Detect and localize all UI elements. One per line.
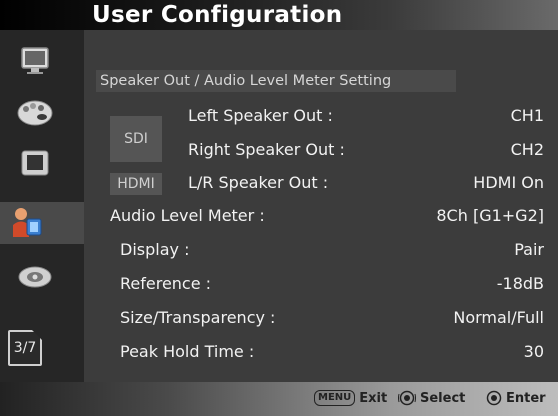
left-speaker-out-label: Left Speaker Out :: [188, 106, 333, 125]
reference-row[interactable]: Reference : -18dB: [120, 274, 544, 293]
size-transparency-label: Size/Transparency :: [120, 308, 276, 327]
lr-speaker-out-row[interactable]: L/R Speaker Out : HDMI On: [188, 173, 544, 192]
right-speaker-out-row[interactable]: Right Speaker Out : CH2: [188, 140, 544, 159]
bottom-bar: MENU Exit Select Enter: [0, 382, 558, 416]
rotary-knob-icon: [398, 390, 416, 406]
audio-level-meter-label: Audio Level Meter :: [110, 206, 265, 225]
lr-speaker-out-label: L/R Speaker Out :: [188, 173, 329, 192]
reference-value: -18dB: [496, 274, 544, 293]
palette-icon[interactable]: [10, 92, 60, 134]
select-hint[interactable]: Select: [398, 390, 465, 406]
sdi-tag: SDI: [110, 116, 162, 162]
hdmi-tag: HDMI: [110, 173, 162, 195]
select-label: Select: [420, 390, 466, 406]
sidebar: 3/7: [0, 30, 84, 382]
display-row[interactable]: Display : Pair: [120, 240, 544, 259]
enter-label: Enter: [506, 390, 546, 406]
audio-level-meter-value: 8Ch [G1+G2]: [436, 206, 544, 225]
size-transparency-value: Normal/Full: [453, 308, 544, 327]
left-speaker-out-row[interactable]: Left Speaker Out : CH1: [188, 106, 544, 125]
display-value: Pair: [514, 240, 544, 259]
peak-hold-time-row[interactable]: Peak Hold Time : 30: [120, 342, 544, 361]
user-config-icon[interactable]: [0, 202, 84, 244]
monitor-icon[interactable]: [10, 40, 60, 82]
knob-press-icon: [486, 390, 502, 406]
right-speaker-out-label: Right Speaker Out :: [188, 140, 345, 159]
page-title: User Configuration: [92, 2, 343, 28]
reference-label: Reference :: [120, 274, 212, 293]
eye-icon[interactable]: [10, 256, 60, 298]
audio-level-meter-row[interactable]: Audio Level Meter : 8Ch [G1+G2]: [110, 206, 544, 225]
enter-hint[interactable]: Enter: [486, 390, 546, 406]
exit-label: Exit: [359, 390, 388, 406]
page-indicator: 3/7: [8, 330, 42, 366]
title-bar: User Configuration: [0, 0, 558, 30]
peak-hold-time-label: Peak Hold Time :: [120, 342, 255, 361]
display-frame-icon[interactable]: [10, 142, 60, 184]
lr-speaker-out-value: HDMI On: [473, 173, 544, 192]
exit-hint[interactable]: MENU Exit: [314, 390, 387, 406]
size-transparency-row[interactable]: Size/Transparency : Normal/Full: [120, 308, 544, 327]
display-label: Display :: [120, 240, 190, 259]
peak-hold-time-value: 30: [523, 342, 544, 361]
left-speaker-out-value: CH1: [510, 106, 544, 125]
section-header: Speaker Out / Audio Level Meter Setting: [96, 70, 456, 92]
right-speaker-out-value: CH2: [510, 140, 544, 159]
menu-key-icon: MENU: [314, 390, 356, 406]
content-panel: Speaker Out / Audio Level Meter Setting …: [84, 30, 558, 382]
